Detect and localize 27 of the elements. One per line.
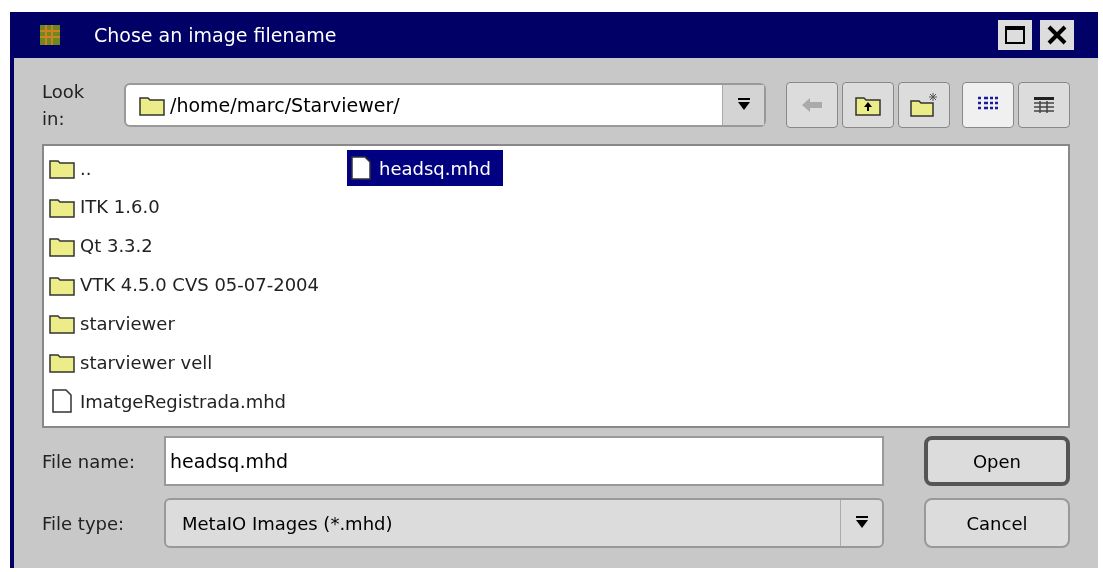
window-title: Chose an image filename (94, 22, 338, 48)
file-item[interactable]: .. (48, 150, 104, 186)
file-item[interactable]: ImatgeRegistrada.mhd (48, 383, 299, 420)
file-name-field[interactable]: headsq.mhd (164, 436, 884, 486)
look-in-label: Look in: (42, 80, 86, 131)
detail-view-icon (1033, 96, 1055, 114)
look-in-combo[interactable]: /home/marc/Starviewer/ (124, 83, 766, 127)
file-item[interactable]: starviewer (48, 305, 187, 342)
file-item[interactable]: ITK 1.6.0 (48, 188, 172, 225)
grid-logo-icon (38, 23, 62, 47)
list-view-button[interactable] (962, 82, 1014, 128)
maximize-button[interactable] (998, 20, 1032, 50)
file-name-label: File name: (42, 449, 136, 474)
open-button[interactable]: Open (924, 436, 1070, 486)
file-type-label: File type: (42, 511, 126, 536)
file-item[interactable]: Qt 3.3.2 (48, 227, 165, 264)
file-type-combo[interactable]: MetaIO Images (*.mhd) (164, 498, 884, 548)
file-item[interactable]: VTK 4.5.0 CVS 05-07-2004 (48, 266, 331, 303)
left-arrow-icon (801, 97, 823, 113)
new-folder-button[interactable] (898, 82, 950, 128)
cancel-button[interactable]: Cancel (924, 498, 1070, 548)
file-item[interactable]: starviewer vell (48, 344, 225, 381)
new-folder-icon (909, 92, 939, 118)
close-button[interactable] (1040, 20, 1074, 50)
file-item[interactable]: headsq.mhd (347, 150, 503, 186)
detail-view-button[interactable] (1018, 82, 1070, 128)
parent-folder-button[interactable] (842, 82, 894, 128)
